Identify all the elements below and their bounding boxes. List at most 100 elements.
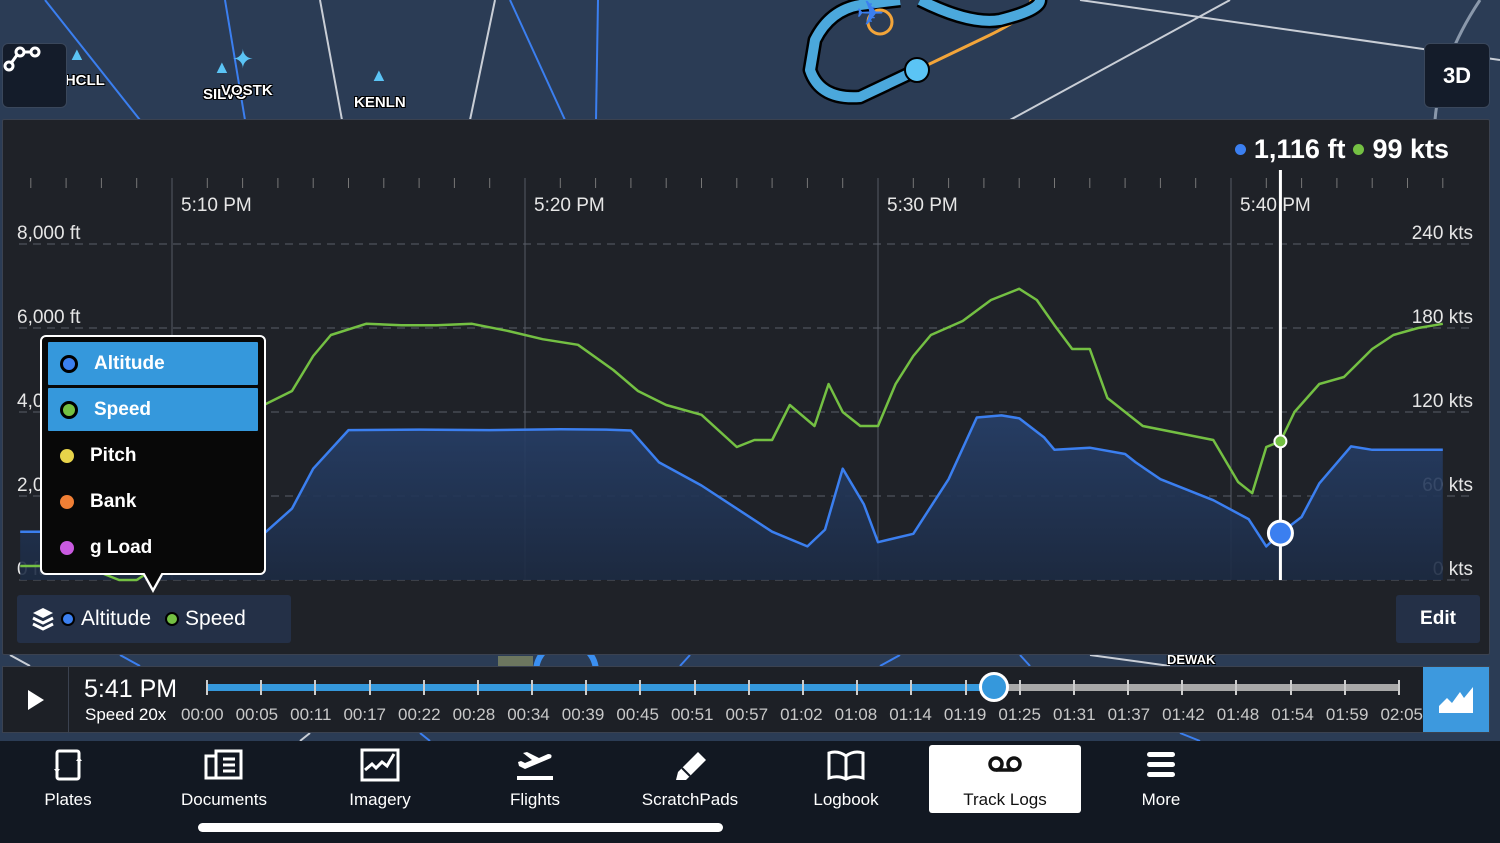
speed-dot-icon	[60, 400, 78, 419]
area-chart-icon	[1439, 686, 1473, 713]
series-option-label: Pitch	[90, 444, 137, 466]
vor-star-icon: ✦	[232, 44, 254, 74]
scrubber-tick	[693, 680, 696, 695]
logbook-icon	[827, 750, 865, 781]
scrubber-thumb[interactable]	[979, 672, 1010, 702]
scrubber-tick	[802, 680, 804, 695]
scrubber-tick	[476, 680, 479, 695]
speed-legend-dot-icon	[165, 612, 180, 626]
track-logs-icon	[988, 756, 1022, 772]
series-option-label: g Load	[90, 536, 153, 558]
series-option-label: Altitude	[94, 352, 165, 374]
route-button[interactable]	[2, 43, 67, 108]
playback-scrubber[interactable]	[206, 672, 1400, 702]
waypoint-label[interactable]: VOSTK	[221, 82, 273, 99]
scrubber-tick-label: 01:42	[1162, 705, 1205, 724]
scrubber-tick	[1181, 680, 1184, 695]
3d-view-button[interactable]: 3D	[1424, 43, 1490, 108]
speed-cursor-marker	[1273, 434, 1288, 449]
playback-current-time: 5:41 PM	[84, 675, 178, 703]
tab-label: Logbook	[813, 790, 879, 809]
scrubber-tick-label: 00:51	[670, 705, 714, 724]
altitude-cursor-marker	[1266, 519, 1294, 547]
scrubber-tick-label: 01:59	[1325, 705, 1369, 724]
home-indicator	[198, 823, 723, 832]
series-picker-popup: Altitude Speed Pitch Bank g Load	[40, 335, 266, 575]
scrubber-tick-label: 01:37	[1107, 705, 1151, 724]
playback-speed-button[interactable]: Speed 20x	[85, 705, 166, 725]
scrubber-tick-label: 00:57	[725, 705, 769, 724]
scrubber-tick	[531, 680, 534, 695]
tab-track-logs[interactable]: Track Logs	[929, 745, 1081, 813]
tab-logbook[interactable]: Logbook	[770, 745, 922, 813]
tab-documents[interactable]: Documents	[148, 745, 300, 813]
series-option-label: Bank	[90, 490, 137, 512]
scrubber-tick	[1235, 680, 1238, 695]
series-option-bank[interactable]: Bank	[48, 480, 258, 523]
x-tick-label: 5:10 PM	[181, 195, 252, 216]
altitude-legend-dot-icon	[61, 612, 75, 626]
scrubber-tick-label: 01:14	[889, 705, 932, 724]
legend-speed-label: Speed	[185, 607, 246, 630]
scrubber-tick-label: 01:02	[780, 705, 823, 724]
g-load-dot-icon	[60, 540, 74, 555]
scrubber-tick	[422, 680, 425, 695]
series-option-g-load[interactable]: g Load	[48, 526, 258, 569]
tab-label: Imagery	[349, 790, 411, 809]
waypoint-triangle-icon: ▲	[68, 44, 86, 64]
bank-dot-icon	[60, 494, 74, 509]
scrubber-tick-label: 01:54	[1271, 705, 1314, 724]
scrubber-tick	[206, 680, 208, 695]
tab-label: Plates	[44, 790, 92, 809]
tab-flights[interactable]: Flights	[459, 745, 611, 813]
play-button[interactable]	[3, 667, 69, 732]
scrubber-tick-label: 00:45	[616, 705, 659, 724]
scrubber-tick	[964, 680, 967, 695]
series-option-pitch[interactable]: Pitch	[48, 434, 258, 477]
scrubber-tick	[1018, 680, 1021, 695]
edit-button[interactable]: Edit	[1396, 595, 1480, 643]
scrubber-tick-label: 01:19	[943, 705, 987, 724]
tab-plates[interactable]: Plates	[0, 745, 144, 813]
scrubber-tick-label: 01:31	[1052, 705, 1096, 724]
scrubber-tick	[1072, 680, 1075, 695]
scrubber-tick-label: 00:11	[290, 705, 332, 724]
x-tick-label: 5:40 PM	[1240, 195, 1311, 216]
scrubber-tick	[1289, 680, 1292, 695]
chart-toggle-button[interactable]	[1423, 667, 1489, 732]
scratchpad-icon	[676, 752, 706, 780]
waypoint-triangle-icon: ▲	[370, 65, 388, 85]
altitude-dot-icon	[60, 354, 78, 373]
scrubber-tick-label: 00:05	[235, 705, 279, 724]
scrubber-tick-label: 00:00	[181, 705, 224, 724]
route-icon	[3, 46, 41, 72]
more-icon	[1147, 752, 1175, 777]
tab-label: Documents	[181, 790, 267, 809]
series-option-altitude[interactable]: Altitude	[48, 342, 258, 385]
y-right-tick-label: 120 kts	[1412, 391, 1473, 412]
scrubber-tick-label: 01:25	[998, 705, 1041, 724]
popup-pointer-inner	[144, 572, 162, 588]
documents-icon	[204, 749, 243, 780]
scrubber-tick-labels: 00:00 00:05 00:11 00:17 00:22 00:28 00:34 00:39…	[181, 705, 1423, 725]
scrubber-tick-label: 02:05	[1380, 705, 1423, 724]
scrubber-tick	[910, 680, 913, 695]
imagery-icon	[360, 748, 400, 782]
scrubber-tick	[639, 680, 642, 695]
tab-more[interactable]: More	[1085, 745, 1237, 813]
scrubber-tick-label: 01:48	[1216, 705, 1260, 724]
series-legend-button[interactable]: Altitude Speed	[17, 595, 291, 643]
scrubber-tick	[747, 680, 750, 695]
scrubber-tick-label: 01:08	[834, 705, 878, 724]
legend-altitude-label: Altitude	[81, 607, 152, 630]
scrubber-tick	[260, 680, 263, 695]
y-left-tick-label: 6,000 ft	[17, 307, 81, 328]
tab-imagery[interactable]: Imagery	[304, 745, 456, 813]
tab-scratchpads[interactable]: ScratchPads	[614, 745, 766, 813]
waypoint-label[interactable]: KENLN	[354, 94, 406, 111]
scrubber-tick	[314, 680, 317, 695]
plates-icon	[54, 749, 82, 781]
y-left-tick-label: 8,000 ft	[17, 223, 81, 244]
scrubber-tick	[368, 680, 371, 695]
series-option-speed[interactable]: Speed	[48, 388, 258, 431]
